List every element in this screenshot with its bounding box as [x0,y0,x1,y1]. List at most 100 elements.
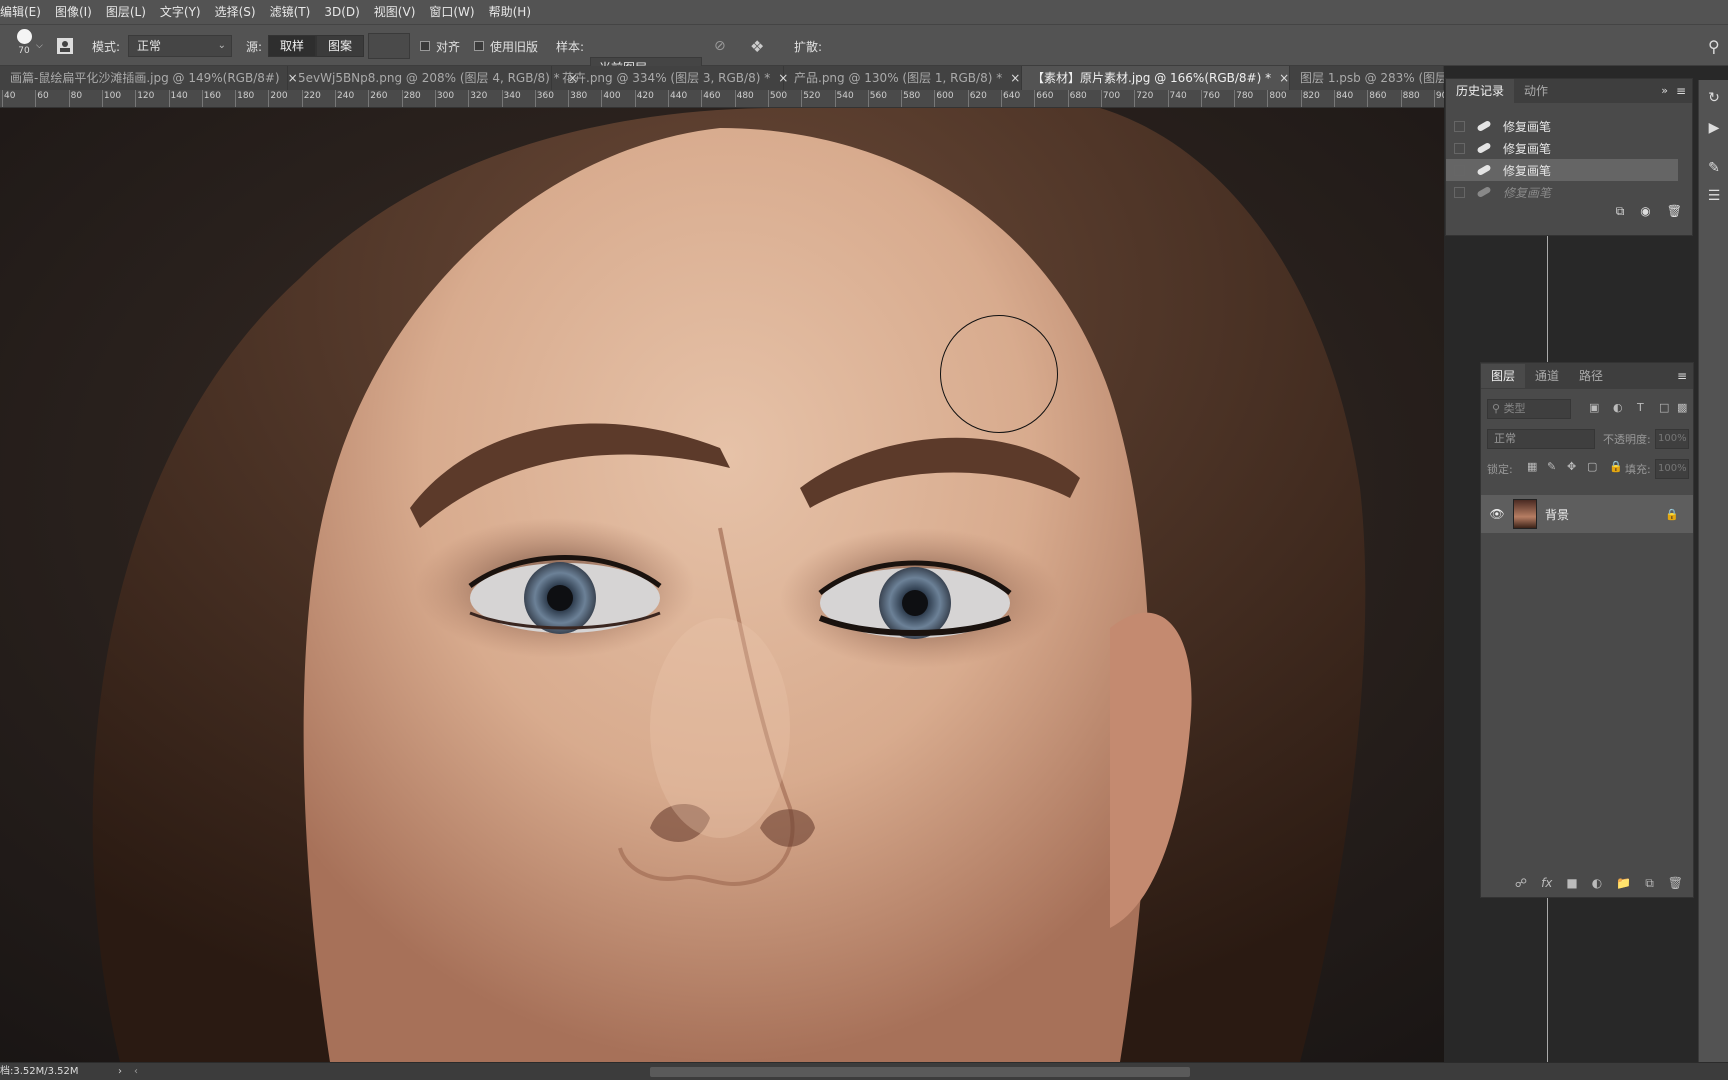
type-filter-icon[interactable]: T [1637,401,1644,414]
link-icon[interactable]: ☍ [1515,876,1527,891]
opacity-field[interactable]: 100% [1655,429,1689,449]
tab-beach-illustration[interactable]: 画篇-鼠绘扁平化沙滩插画.jpg @ 149%(RGB/8#) × [0,66,298,90]
history-source-box[interactable] [1454,186,1465,198]
close-icon[interactable]: × [1279,66,1289,90]
history-source-box[interactable] [1454,164,1465,176]
menu-edit[interactable]: 编辑(E) [0,0,48,24]
search-icon[interactable]: ⚲ [1708,35,1720,57]
ruler-label: 800 [1269,91,1287,101]
mode-select[interactable]: 正常 ⌄ [128,35,232,57]
ruler-tick [1367,90,1369,107]
chevron-right-icon[interactable]: › [118,1063,122,1080]
lock-position-icon[interactable]: ✥ [1567,460,1576,473]
menu-type[interactable]: 文字(Y) [153,0,208,24]
tab-actions[interactable]: 动作 [1514,79,1558,103]
menu-filter[interactable]: 滤镜(T) [263,0,318,24]
options-bar: 70 ⌵ 模式: 正常⌄ 源: 取样 图案 对齐 使用旧版 样本: 当前图层⌄ … [0,24,1728,101]
lock-transparent-icon[interactable]: ▦ [1527,460,1537,473]
menu-image[interactable]: 图像(I) [48,0,99,24]
ruler-tick [1334,90,1335,107]
history-source-box[interactable] [1454,142,1465,154]
panel-menu-icon[interactable]: ≡ [1677,363,1687,389]
menu-3d[interactable]: 3D(D) [317,0,366,24]
legacy-checkbox-box[interactable] [474,41,484,51]
history-step-current[interactable]: 修复画笔 [1446,159,1678,181]
tab-product[interactable]: 产品.png @ 130% (图层 1, RGB/8) * × [784,66,1022,90]
tab-label: 图层 1.psb @ 283% (图层 [1300,71,1444,85]
tab-layer1-psb[interactable]: 图层 1.psb @ 283% (图层 [1290,66,1444,90]
aligned-checkbox-box[interactable] [420,41,430,51]
menu-select[interactable]: 选择(S) [208,0,263,24]
fill-field[interactable]: 100% [1655,459,1689,479]
history-step-undone[interactable]: 修复画笔 [1446,181,1678,203]
menu-layer[interactable]: 图层(L) [99,0,153,24]
tab-history[interactable]: 历史记录 [1446,79,1515,103]
blend-mode-select[interactable]: 正常 [1487,429,1595,449]
mask-icon[interactable]: ■ [1566,876,1577,891]
healing-brush-icon [1477,121,1491,131]
ruler-label: 540 [836,91,854,101]
tab-layers[interactable]: 图层 [1481,364,1526,388]
legacy-checkbox[interactable]: 使用旧版 [474,35,538,57]
brush-preset-picker[interactable]: 70 [10,29,38,63]
history-source-box[interactable] [1454,120,1465,132]
ruler-tick [934,90,936,107]
play-icon[interactable]: ▶ [1706,120,1722,136]
chevron-left-icon[interactable]: ‹ [134,1063,138,1080]
menu-window[interactable]: 窗口(W) [422,0,481,24]
history-step-label: 修复画笔 [1503,141,1552,156]
history-step[interactable]: 修复画笔 [1446,115,1678,137]
source-sampled-button[interactable]: 取样 [268,35,317,57]
tab-paths[interactable]: 路径 [1569,364,1613,388]
ignore-adjustment-layers-icon[interactable]: ⊘ [714,35,726,57]
menu-help[interactable]: 帮助(H) [482,0,538,24]
trash-icon[interactable]: 🗑 [1667,204,1682,219]
new-document-from-state-icon[interactable]: ⧉ [1616,204,1625,219]
eye-icon[interactable]: 👁 [1487,507,1507,521]
shape-filter-icon[interactable]: □ [1659,401,1669,414]
ruler-label: 880 [1402,91,1420,101]
adjustment-filter-icon[interactable]: ◐ [1613,401,1623,414]
lock-all-icon[interactable]: 🔒 [1609,460,1623,473]
adjustment-icon[interactable]: ◐ [1592,876,1602,891]
smart-object-filter-icon[interactable]: ▩ [1677,401,1687,414]
tab-source-photo[interactable]: 【素材】原片素材.jpg @ 166%(RGB/8#) * × [1022,66,1290,90]
sliders-icon[interactable]: ☰ [1706,188,1722,204]
ruler-label: 620 [969,91,987,101]
menu-view[interactable]: 视图(V) [367,0,423,24]
source-label: 源: [246,39,263,54]
document-canvas[interactable] [0,108,1444,1062]
camera-icon[interactable]: ◉ [1640,204,1650,219]
trash-icon[interactable]: 🗑 [1668,876,1683,891]
tab-channels[interactable]: 通道 [1525,364,1569,388]
panel-menu-icon[interactable]: ≡ [1676,79,1686,103]
lock-pixels-icon[interactable]: ✎ [1547,460,1556,473]
pattern-swatch[interactable] [368,33,410,59]
brush-chevron-icon[interactable]: ⌵ [36,35,43,57]
brush-settings-icon[interactable] [56,35,74,57]
tab-5evwj5bnp8[interactable]: 5evWj5BNp8.png @ 208% (图层 4, RGB/8) * × [288,66,578,90]
layers-panel-footer: ☍ fx ■ ◐ 📁 ⧉ 🗑 [1481,876,1693,891]
pressure-size-icon[interactable]: ❖ [750,35,764,57]
history-panel-icon[interactable]: ↻ [1706,90,1722,106]
close-icon[interactable]: × [1010,66,1020,90]
layer-filter-select[interactable]: ⚲ 类型 [1487,399,1571,419]
fx-icon[interactable]: fx [1541,876,1552,891]
layer-name: 背景 [1545,507,1570,522]
horizontal-scrollbar[interactable] [650,1067,1190,1077]
ruler-label: 260 [370,91,388,101]
collapse-icon[interactable]: » [1661,79,1668,103]
history-step[interactable]: 修复画笔 [1446,137,1678,159]
source-pattern-button[interactable]: 图案 [316,35,365,57]
tab-label: 画篇-鼠绘扁平化沙滩插画.jpg @ 149%(RGB/8#) [10,71,280,85]
aligned-checkbox[interactable]: 对齐 [420,35,460,57]
tab-label: 【素材】原片素材.jpg @ 166%(RGB/8#) * [1032,71,1272,85]
image-filter-icon[interactable]: ▣ [1589,401,1599,414]
brush-icon[interactable]: ✎ [1706,160,1722,176]
lock-artboard-icon[interactable]: ▢ [1587,460,1597,473]
ruler-label: 280 [403,91,421,101]
new-layer-icon[interactable]: ⧉ [1645,876,1654,891]
folder-icon[interactable]: 📁 [1616,876,1631,891]
layer-background[interactable]: 👁 背景 🔒 [1481,495,1693,533]
tab-flower[interactable]: 花卉.png @ 334% (图层 3, RGB/8) * × [552,66,788,90]
